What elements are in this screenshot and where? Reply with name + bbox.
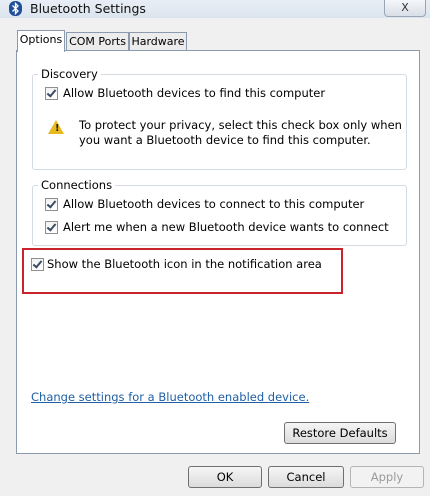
allow-connect-label[interactable]: Allow Bluetooth devices to connect to th… bbox=[63, 197, 364, 211]
warning-exclamation: ! bbox=[55, 123, 60, 134]
restore-defaults-button[interactable]: Restore Defaults bbox=[284, 422, 396, 444]
bluetooth-glyph bbox=[12, 1, 19, 16]
cancel-label: Cancel bbox=[286, 470, 326, 484]
apply-button[interactable]: Apply bbox=[350, 466, 424, 488]
highlight-box bbox=[22, 248, 343, 294]
tab-label: COM Ports bbox=[69, 35, 126, 48]
restore-defaults-label: Restore Defaults bbox=[292, 426, 388, 440]
cancel-button[interactable]: Cancel bbox=[268, 466, 344, 488]
connections-group: Connections Allow Bluetooth devices to c… bbox=[32, 178, 407, 246]
allow-find-checkbox[interactable] bbox=[45, 87, 58, 100]
close-icon: X bbox=[401, 1, 409, 14]
tab-hardware[interactable]: Hardware bbox=[129, 32, 187, 51]
alert-connect-checkbox[interactable] bbox=[45, 221, 58, 234]
discovery-title: Discovery bbox=[38, 67, 101, 81]
allow-connect-checkbox[interactable] bbox=[45, 198, 58, 211]
ok-button[interactable]: OK bbox=[188, 466, 262, 488]
bluetooth-icon bbox=[9, 1, 22, 16]
connections-title: Connections bbox=[38, 178, 116, 192]
discovery-group: Discovery Allow Bluetooth devices to fin… bbox=[32, 67, 407, 170]
close-button[interactable]: X bbox=[384, 0, 426, 17]
title-bar: Bluetooth Settings X bbox=[0, 0, 430, 18]
tab-options[interactable]: Options bbox=[17, 30, 65, 52]
tab-com-ports[interactable]: COM Ports bbox=[66, 32, 129, 51]
alert-connect-label[interactable]: Alert me when a new Bluetooth device wan… bbox=[63, 220, 389, 234]
ok-label: OK bbox=[216, 470, 234, 484]
tab-label: Options bbox=[19, 33, 63, 46]
warning-text-line1: To protect your privacy, select this che… bbox=[79, 118, 402, 132]
change-settings-link[interactable]: Change settings for a Bluetooth enabled … bbox=[31, 390, 309, 404]
allow-find-label[interactable]: Allow Bluetooth devices to find this com… bbox=[63, 86, 325, 100]
window-title: Bluetooth Settings bbox=[30, 1, 146, 16]
apply-label: Apply bbox=[370, 470, 404, 484]
tab-label: Hardware bbox=[131, 35, 185, 48]
warning-text-line2: you want a Bluetooth device to find this… bbox=[79, 133, 371, 147]
